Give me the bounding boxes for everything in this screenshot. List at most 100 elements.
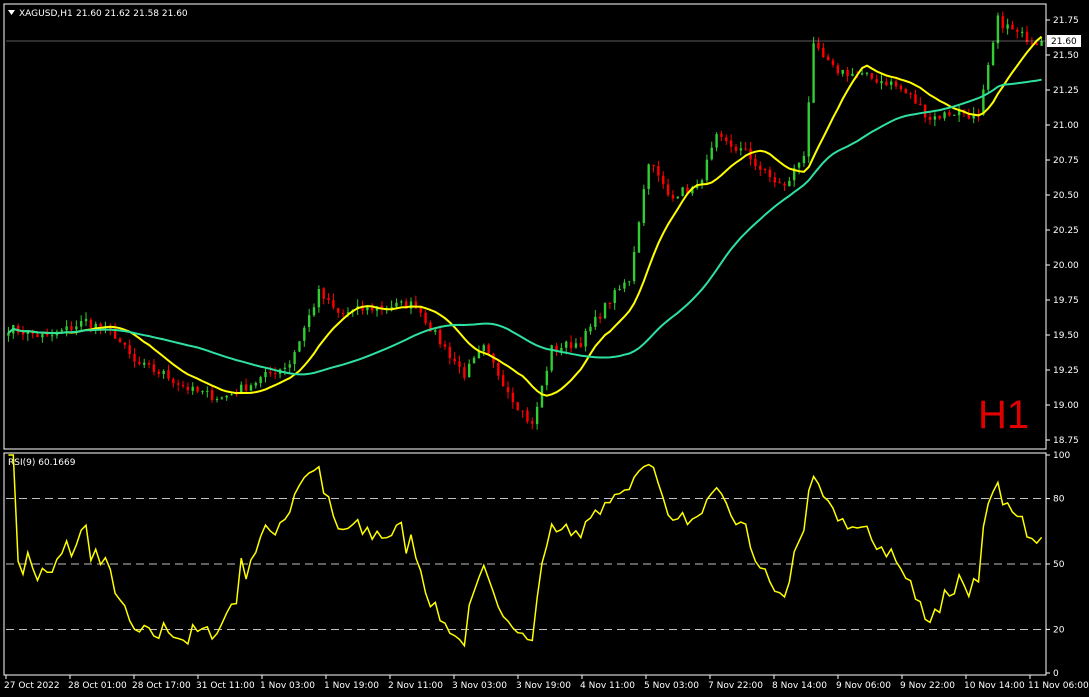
candle-body	[147, 363, 151, 365]
candle-body	[637, 222, 641, 253]
time-tick-label: 10 Nov 14:00	[964, 681, 1025, 691]
candle-body	[249, 385, 253, 391]
candle-body	[366, 306, 369, 311]
ohlc-values: 21.60 21.62 21.58 21.60	[76, 9, 188, 19]
price-pane-candles	[7, 11, 1043, 430]
candle-body	[603, 303, 607, 319]
rsi-tick-label: 20	[1053, 625, 1065, 635]
candle-body	[516, 402, 519, 410]
timeframe-watermark: H1	[978, 393, 1029, 437]
time-tick-label: 3 Nov 19:00	[516, 681, 571, 691]
price-tick-label: 19.50	[1053, 331, 1079, 341]
candle-body	[919, 103, 922, 106]
candle-body	[1001, 16, 1004, 29]
time-tick-label: 28 Oct 01:00	[68, 681, 127, 691]
candle-body	[618, 288, 621, 290]
collapse-triangle-icon[interactable]	[8, 10, 15, 15]
candle-body	[244, 384, 248, 391]
candle-body	[754, 158, 757, 167]
symbol-label: XAGUSD,H1	[19, 9, 73, 19]
candle-body	[681, 187, 684, 197]
candle-body	[395, 302, 398, 307]
candle-body	[579, 343, 582, 347]
candle-body	[890, 81, 893, 85]
candle-body	[215, 399, 219, 401]
candle-body	[788, 180, 791, 187]
candle-body	[623, 282, 626, 289]
candle-body	[987, 64, 990, 90]
candle-body	[293, 352, 296, 365]
time-tick-label: 28 Oct 17:00	[132, 681, 191, 691]
candle-body	[841, 69, 844, 74]
candle-body	[666, 184, 670, 196]
candle-body	[269, 371, 272, 374]
candle-body	[70, 326, 73, 330]
candle-body	[526, 410, 529, 422]
candle-body	[1006, 24, 1009, 29]
candle-body	[826, 56, 830, 61]
candle-body	[448, 346, 452, 359]
candle-body	[778, 182, 781, 184]
candle-body	[860, 73, 864, 75]
candle-body	[181, 384, 185, 387]
candle-body	[885, 81, 888, 86]
candle-body	[928, 116, 932, 120]
candle-body	[720, 133, 723, 137]
candle-body	[870, 73, 874, 79]
candle-body	[288, 364, 291, 368]
candle-body	[463, 367, 466, 378]
candle-body	[157, 371, 160, 374]
candle-body	[540, 385, 544, 408]
candle-body	[608, 303, 612, 305]
candle-body	[996, 15, 1000, 44]
candle-body	[210, 390, 214, 400]
candle-body	[914, 94, 917, 104]
time-tick-label: 11 Nov 06:00	[1028, 681, 1089, 691]
candle-body	[400, 301, 403, 303]
candle-body	[201, 391, 204, 393]
price-tick-label: 21.50	[1053, 51, 1079, 61]
candle-body	[46, 333, 49, 336]
candle-body	[89, 319, 93, 328]
candle-body	[390, 307, 393, 309]
candle-body	[734, 146, 738, 151]
candle-body	[763, 169, 767, 171]
candle-body	[584, 330, 587, 347]
candle-body	[133, 354, 136, 362]
price-tick-label: 21.00	[1053, 121, 1079, 131]
candle-body	[560, 347, 563, 351]
candle-body	[991, 42, 995, 65]
price-tick-label: 19.00	[1053, 401, 1079, 411]
candle-body	[60, 330, 63, 332]
candle-body	[715, 134, 718, 148]
candle-body	[802, 155, 806, 164]
time-tick-label: 2 Nov 11:00	[388, 681, 443, 691]
rsi-axis: 0 20 50 80 100	[1046, 451, 1070, 679]
candle-body	[938, 115, 941, 119]
candle-body	[851, 73, 854, 76]
candle-body	[79, 321, 83, 327]
candle-body	[671, 194, 675, 199]
candle-body	[1035, 43, 1038, 46]
moving-average-line	[7, 35, 1043, 397]
candle-body	[807, 102, 810, 157]
candle-body	[652, 164, 655, 167]
candle-body	[332, 300, 335, 308]
candle-body	[176, 383, 180, 385]
candle-body	[487, 344, 490, 354]
candle-body	[521, 410, 524, 412]
candle-body	[501, 375, 505, 387]
time-tick-label: 27 Oct 2022	[4, 681, 60, 691]
price-tick-label: 18.75	[1053, 436, 1079, 446]
rsi-line	[8, 454, 1043, 648]
price-tick-label: 21.25	[1053, 86, 1079, 96]
candle-body	[41, 334, 44, 338]
candle-body	[569, 342, 573, 349]
candle-body	[759, 165, 762, 170]
candle-body	[21, 332, 25, 335]
candle-body	[419, 307, 422, 313]
candle-body	[831, 60, 835, 65]
candle-body	[729, 140, 733, 147]
candle-body	[75, 326, 78, 330]
candle-body	[138, 362, 141, 365]
